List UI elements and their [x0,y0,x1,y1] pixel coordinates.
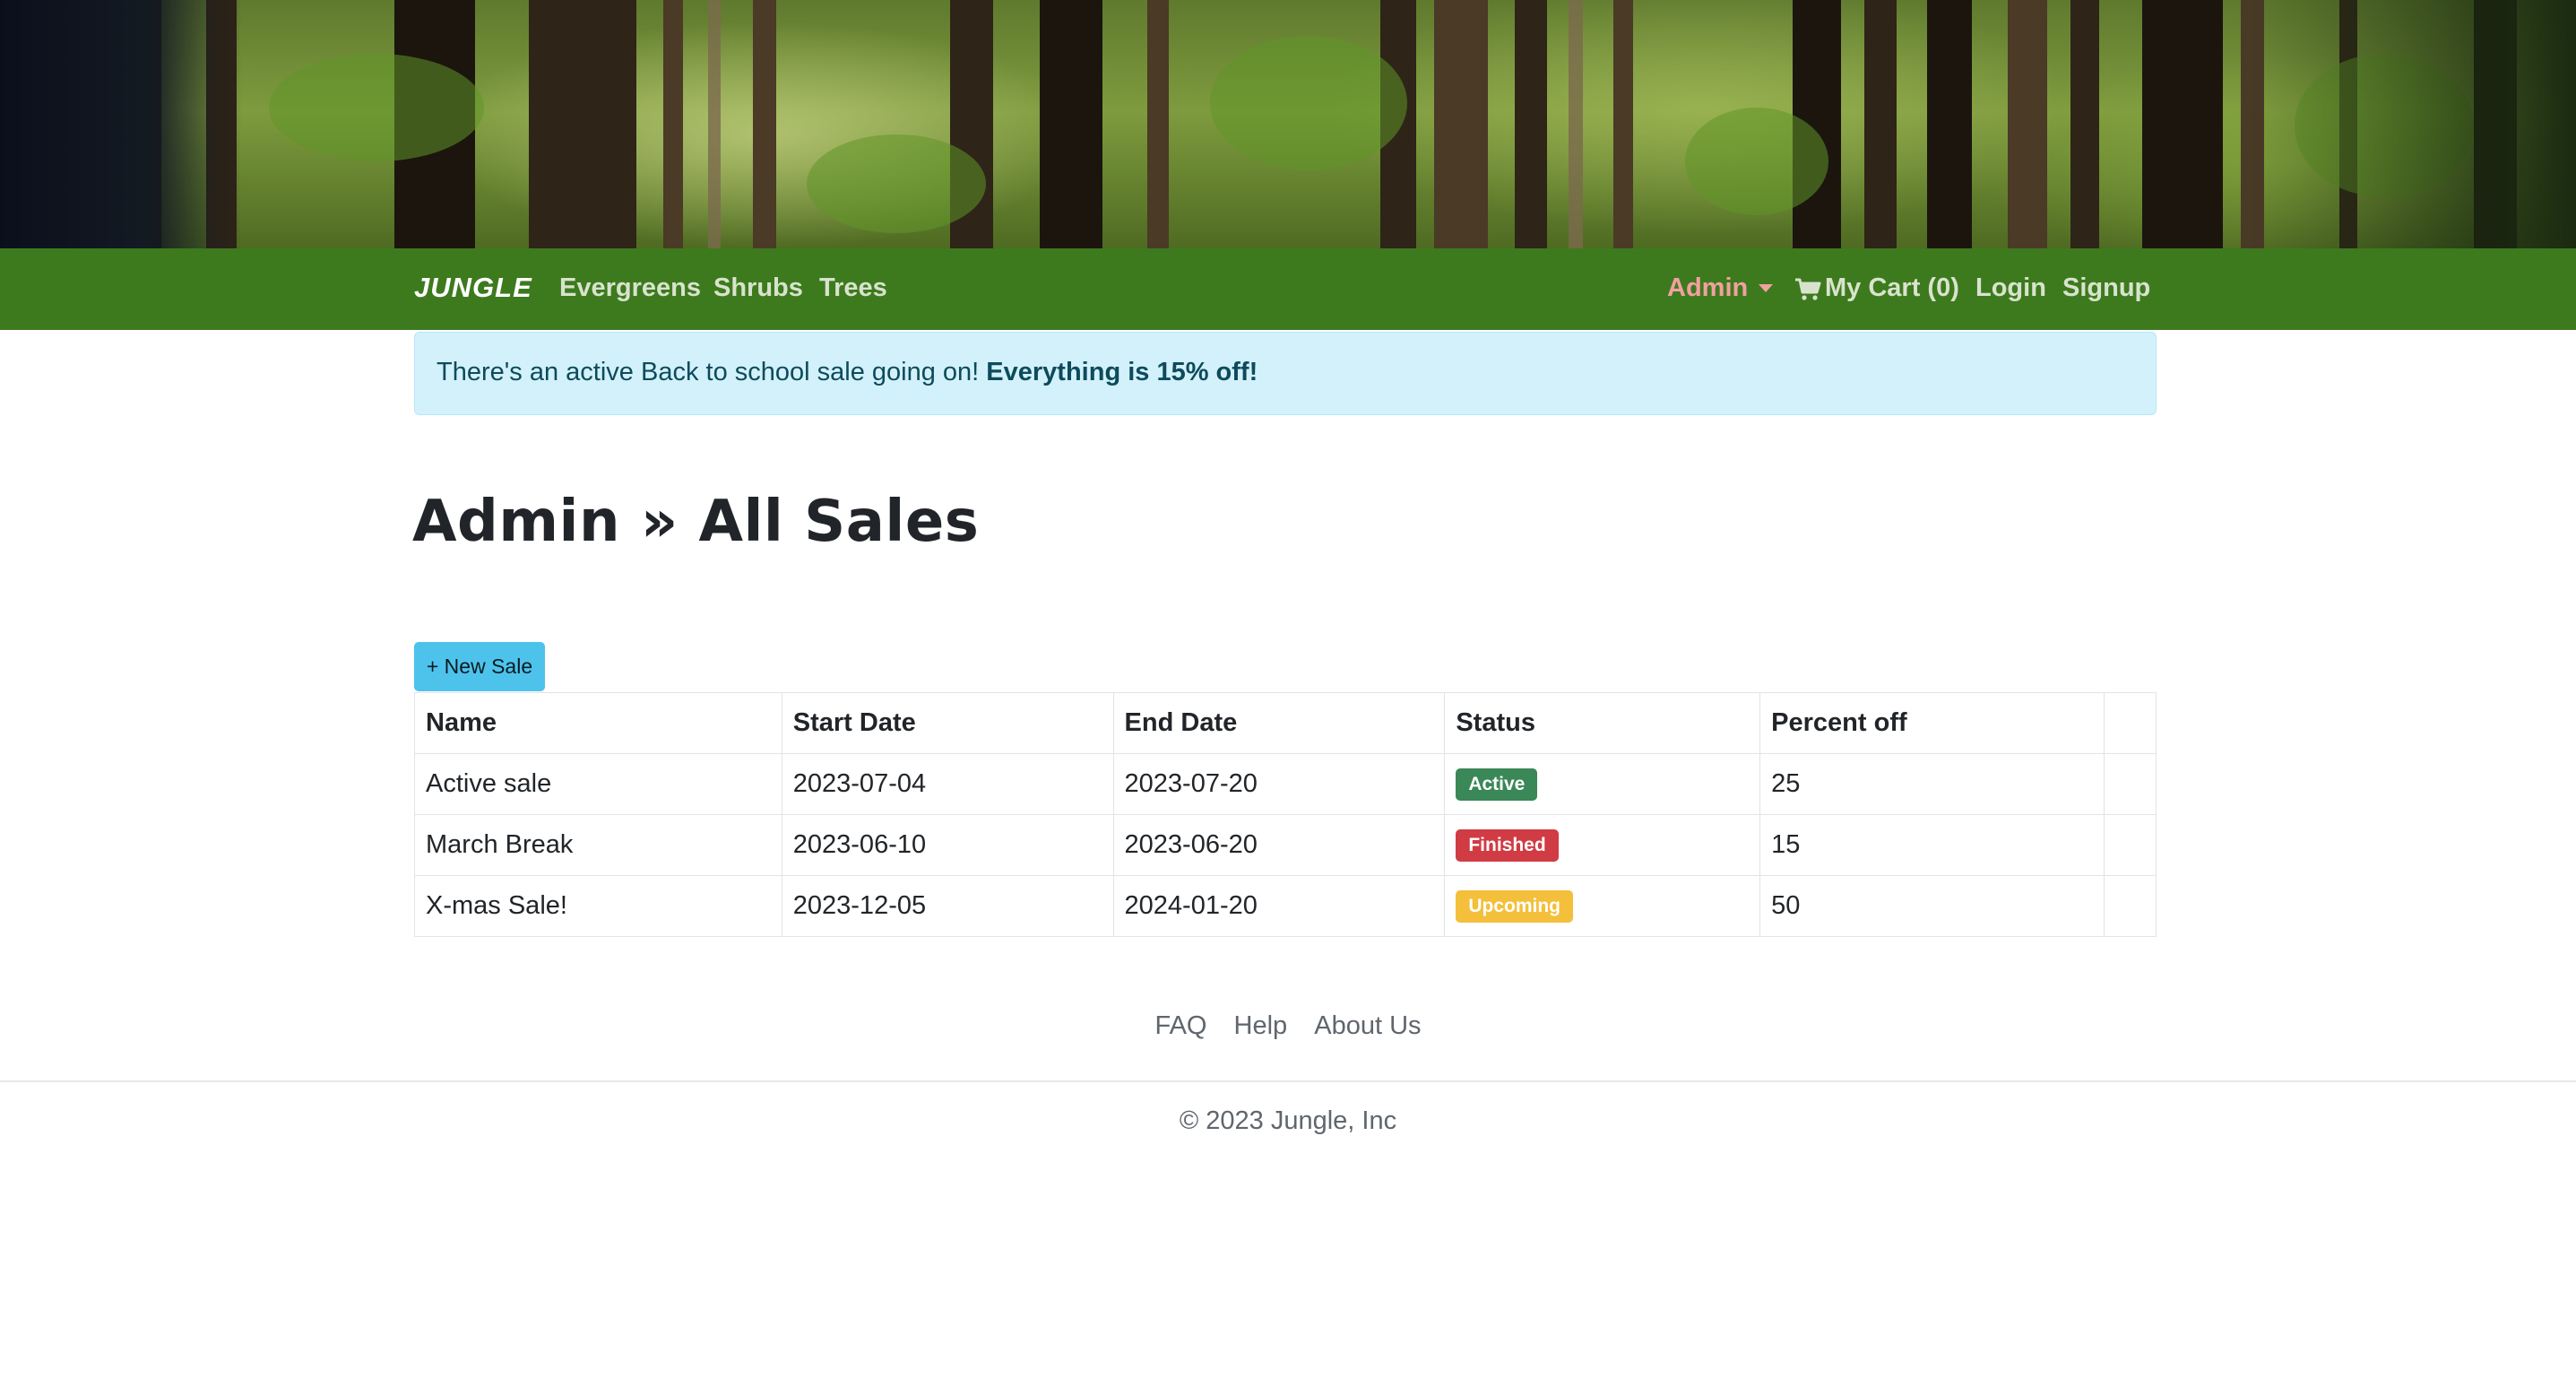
new-sale-button[interactable]: + New Sale [414,642,545,691]
admin-dropdown[interactable]: Admin [1667,273,1748,303]
status-badge: Upcoming [1456,890,1573,923]
tree-trunk [1147,0,1169,248]
tree-trunk [1927,0,1972,248]
login-link[interactable]: Login [1975,273,2046,303]
sale-status-cell: Active [1444,753,1761,815]
sale-actions-cell [2103,753,2157,815]
status-badge: Finished [1456,829,1559,862]
tree-trunk [1040,0,1102,248]
foliage [269,54,484,161]
sale-actions-cell [2103,875,2157,937]
sales-table: Name Start Date End Date Status Percent … [414,692,2157,937]
cart-link[interactable]: My Cart (0) [1825,273,1959,303]
footer-link-help[interactable]: Help [1234,1011,1288,1040]
tree-trunk [708,0,721,248]
sale-name: Active sale [414,753,782,815]
sale-end-date: 2023-07-20 [1112,753,1446,815]
footer-link-about-us[interactable]: About Us [1314,1011,1421,1040]
sale-alert-text: There's an active Back to school sale go… [437,358,987,386]
table-row: March Break 2023-06-10 2023-06-20 Finish… [414,814,2157,876]
footer-links: FAQ Help About Us [0,1011,2576,1041]
sale-percent-off: 15 [1759,814,2105,876]
sale-actions-cell [2103,814,2157,876]
sale-start-date: 2023-07-04 [781,753,1114,815]
tree-trunk [529,0,636,248]
sale-percent-off: 50 [1759,875,2105,937]
sale-alert-highlight: Everything is 15% off! [986,358,1258,386]
tree-trunk [2070,0,2099,248]
sale-status-cell: Finished [1444,814,1761,876]
hero-shadow [2235,0,2576,248]
tree-trunk [753,0,776,248]
table-header-row: Name Start Date End Date Status Percent … [414,692,2157,754]
tree-trunk [663,0,683,248]
column-header-percent-off: Percent off [1759,692,2105,754]
tree-trunk [2142,0,2223,248]
sale-alert-message: There's an active Back to school sale go… [437,358,1258,387]
sale-percent-off: 25 [1759,753,2105,815]
nav-link-evergreens[interactable]: Evergreens [559,273,701,303]
sale-status-cell: Upcoming [1444,875,1761,937]
hero-banner [0,0,2576,248]
hero-shadow [0,0,242,248]
signup-link[interactable]: Signup [2062,273,2150,303]
table-row: X-mas Sale! 2023-12-05 2024-01-20 Upcomi… [414,875,2157,937]
foliage [1685,108,1828,215]
sale-start-date: 2023-12-05 [781,875,1114,937]
column-header-end-date: End Date [1112,692,1446,754]
foliage [807,134,986,233]
copyright: © 2023 Jungle, Inc [1179,1106,1397,1135]
tree-trunk [1515,0,1547,248]
status-badge: Active [1456,768,1538,801]
column-header-actions [2103,692,2157,754]
column-header-status: Status [1444,692,1761,754]
sale-start-date: 2023-06-10 [781,814,1114,876]
footer-link-faq[interactable]: FAQ [1154,1011,1206,1040]
chevron-down-icon[interactable] [1759,284,1773,292]
nav-link-shrubs[interactable]: Shrubs [713,273,803,303]
footer-divider [0,1080,2576,1082]
sale-alert: There's an active Back to school sale go… [414,332,2157,415]
sale-name: March Break [414,814,782,876]
sale-end-date: 2023-06-20 [1112,814,1446,876]
brand-logo[interactable]: JUNGLE [414,272,532,304]
column-header-start-date: Start Date [781,692,1114,754]
sale-name: X-mas Sale! [414,875,782,937]
tree-trunk [1434,0,1488,248]
tree-trunk [2008,0,2047,248]
tree-trunk [1569,0,1583,248]
table-row: Active sale 2023-07-04 2023-07-20 Active… [414,753,2157,815]
foliage [1210,36,1407,170]
tree-trunk [1864,0,1897,248]
tree-trunk [1613,0,1633,248]
navbar-container: JUNGLE Evergreens Shrubs Trees Admin My … [414,248,2157,330]
navbar: JUNGLE Evergreens Shrubs Trees Admin My … [0,248,2576,330]
sale-end-date: 2024-01-20 [1112,875,1446,937]
column-header-name: Name [414,692,782,754]
page-title: Admin » All Sales [412,489,980,555]
nav-link-trees[interactable]: Trees [819,273,887,303]
shopping-cart-icon[interactable] [1794,278,1821,301]
